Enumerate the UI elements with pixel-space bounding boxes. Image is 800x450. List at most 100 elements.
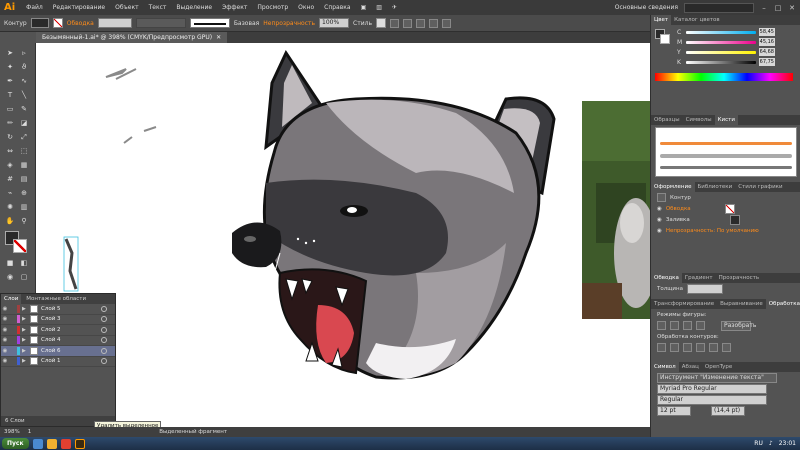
layer-row[interactable]: ◉ ▶ Слой 6 bbox=[1, 346, 115, 357]
zoom-level[interactable]: 398% bbox=[4, 429, 20, 435]
magic-wand-icon[interactable]: ✦ bbox=[4, 61, 16, 73]
shape-builder-icon[interactable]: ◈ bbox=[4, 159, 16, 171]
raccoon-illustration[interactable] bbox=[232, 49, 556, 380]
layer-target-icon[interactable] bbox=[101, 316, 107, 323]
volume-icon[interactable]: ♪ bbox=[769, 440, 773, 447]
touch-type-tool-button[interactable]: Инструмент "Изменение текста" bbox=[657, 372, 777, 383]
document-tab[interactable]: Безымянный-1.ai* @ 398% (CMYK/Предпросмо… bbox=[36, 32, 228, 43]
visibility-eye-icon[interactable]: ◉ bbox=[1, 358, 9, 364]
layer-row[interactable]: ◉ ▶ Слой 5 bbox=[1, 304, 115, 315]
draw-mode-icon[interactable]: ◉ bbox=[4, 271, 16, 283]
expand-triangle-icon[interactable]: ▶ bbox=[22, 337, 30, 343]
tab-pathfinder[interactable]: Обработка контуров bbox=[765, 299, 800, 309]
pen-tool-icon[interactable]: ✒ bbox=[4, 75, 16, 87]
language-indicator[interactable]: RU bbox=[754, 440, 763, 447]
width-tool-icon[interactable]: ⇔ bbox=[4, 145, 16, 157]
close-icon[interactable]: ✕ bbox=[788, 4, 796, 12]
stroke-label[interactable]: Обводка bbox=[67, 20, 94, 27]
tab-layers[interactable]: Слои bbox=[1, 294, 22, 304]
slider-track[interactable] bbox=[686, 40, 756, 44]
menu-help[interactable]: Справка bbox=[319, 4, 355, 11]
expand-button[interactable]: Разобрать bbox=[721, 320, 756, 331]
font-family-input[interactable]: Myriad Pro Regular bbox=[657, 383, 767, 394]
tab-libraries[interactable]: Библиотеки bbox=[695, 182, 736, 192]
layer-row[interactable]: ◉ ▶ Слой 1 bbox=[1, 357, 115, 367]
slider-value[interactable]: 67,75 bbox=[759, 58, 775, 66]
exclude-icon[interactable] bbox=[696, 321, 705, 330]
selection-tool-icon[interactable]: ➤ bbox=[4, 47, 16, 59]
merge-icon[interactable] bbox=[683, 343, 692, 352]
graph-tool-icon[interactable]: ▥ bbox=[18, 201, 30, 213]
layer-target-icon[interactable] bbox=[101, 326, 107, 333]
tab-color-guide[interactable]: Каталог цветов bbox=[671, 15, 723, 25]
mesh-tool-icon[interactable]: # bbox=[4, 173, 16, 185]
unite-icon[interactable] bbox=[657, 321, 666, 330]
hand-tool-icon[interactable]: ✋ bbox=[4, 215, 16, 227]
slider-track[interactable] bbox=[686, 60, 756, 64]
align-icon[interactable] bbox=[403, 18, 413, 28]
direct-selection-tool-icon[interactable]: ▹ bbox=[18, 47, 30, 59]
minimize-icon[interactable]: – bbox=[760, 4, 768, 12]
tab-swatches[interactable]: Образцы bbox=[651, 115, 683, 125]
expand-triangle-icon[interactable]: ▶ bbox=[22, 348, 30, 354]
free-transform-icon[interactable]: ⬚ bbox=[18, 145, 30, 157]
slider-value[interactable]: 45,16 bbox=[759, 38, 775, 46]
layer-row[interactable]: ◉ ▶ Слой 2 bbox=[1, 325, 115, 336]
paintbrush-tool-icon[interactable]: ✎ bbox=[18, 103, 30, 115]
tab-color[interactable]: Цвет bbox=[651, 15, 672, 25]
minus-front-icon[interactable] bbox=[670, 321, 679, 330]
selected-stroke[interactable] bbox=[64, 238, 78, 290]
rectangle-tool-icon[interactable]: ▭ bbox=[4, 103, 16, 115]
workspace-switcher[interactable]: Основные сведения bbox=[615, 4, 678, 11]
browser-icon[interactable] bbox=[60, 438, 71, 449]
slider-track[interactable] bbox=[686, 50, 756, 54]
crop-icon[interactable] bbox=[696, 343, 705, 352]
gradient-mode-icon[interactable]: ◧ bbox=[18, 257, 30, 269]
artboard-canvas[interactable] bbox=[36, 43, 650, 427]
brush-style-label[interactable]: Базовая bbox=[234, 20, 259, 27]
appearance-opacity[interactable]: Непрозрачность: По умолчанию bbox=[666, 228, 759, 234]
blend-tool-icon[interactable]: ⊕ bbox=[18, 187, 30, 199]
menu-edit[interactable]: Редактирование bbox=[48, 4, 110, 11]
layer-name[interactable]: Слой 5 bbox=[41, 306, 101, 312]
tab-brushes[interactable]: Кисти bbox=[714, 115, 738, 125]
appearance-stroke[interactable]: Обводка bbox=[666, 206, 691, 212]
symbol-sprayer-icon[interactable]: ✺ bbox=[4, 201, 16, 213]
layer-target-icon[interactable] bbox=[101, 337, 107, 344]
menu-select[interactable]: Выделение bbox=[171, 4, 217, 11]
stroke-swatch[interactable] bbox=[52, 18, 63, 28]
maximize-icon[interactable]: □ bbox=[774, 4, 782, 12]
gradient-tool-icon[interactable]: ▤ bbox=[18, 173, 30, 185]
opacity-label[interactable]: Непрозрачность bbox=[263, 20, 315, 27]
rotate-tool-icon[interactable]: ↻ bbox=[4, 131, 16, 143]
menu-window[interactable]: Окно bbox=[293, 4, 319, 11]
tab-graphic-styles[interactable]: Стили графики bbox=[735, 182, 785, 192]
slider-track[interactable] bbox=[686, 30, 756, 34]
bridge-icon[interactable]: ▣ bbox=[356, 4, 372, 11]
visibility-eye-icon[interactable]: ◉ bbox=[1, 348, 9, 354]
variable-width-dropdown[interactable] bbox=[135, 18, 186, 28]
tab-transform[interactable]: Трансформирование bbox=[651, 299, 717, 309]
type-tool-icon[interactable]: T bbox=[4, 89, 16, 101]
scale-tool-icon[interactable]: ⤢ bbox=[18, 131, 30, 143]
tab-character[interactable]: Символ bbox=[651, 362, 679, 372]
divide-icon[interactable] bbox=[657, 343, 666, 352]
trim-icon[interactable] bbox=[670, 343, 679, 352]
brush-list[interactable] bbox=[655, 127, 797, 177]
outline-icon[interactable] bbox=[709, 343, 718, 352]
layer-name[interactable]: Слой 6 bbox=[41, 348, 101, 354]
graphic-style-swatch[interactable] bbox=[376, 18, 387, 28]
tab-appearance[interactable]: Оформление bbox=[651, 182, 695, 192]
tab-artboards[interactable]: Монтажные области bbox=[23, 294, 89, 304]
font-style-input[interactable]: Regular bbox=[657, 394, 767, 405]
brush-preview[interactable] bbox=[189, 18, 230, 28]
perspective-grid-icon[interactable]: ▦ bbox=[18, 159, 30, 171]
appearance-fill[interactable]: Заливка bbox=[666, 217, 690, 223]
screen-mode-icon[interactable]: ▢ bbox=[18, 271, 30, 283]
visibility-eye-icon[interactable]: ◉ bbox=[1, 327, 9, 333]
isolate-icon[interactable] bbox=[429, 18, 439, 28]
opacity-input[interactable]: 100% bbox=[319, 18, 350, 28]
arrange-icon[interactable]: ▥ bbox=[371, 4, 387, 11]
expand-triangle-icon[interactable]: ▶ bbox=[22, 327, 30, 333]
layer-name[interactable]: Слой 4 bbox=[41, 337, 101, 343]
